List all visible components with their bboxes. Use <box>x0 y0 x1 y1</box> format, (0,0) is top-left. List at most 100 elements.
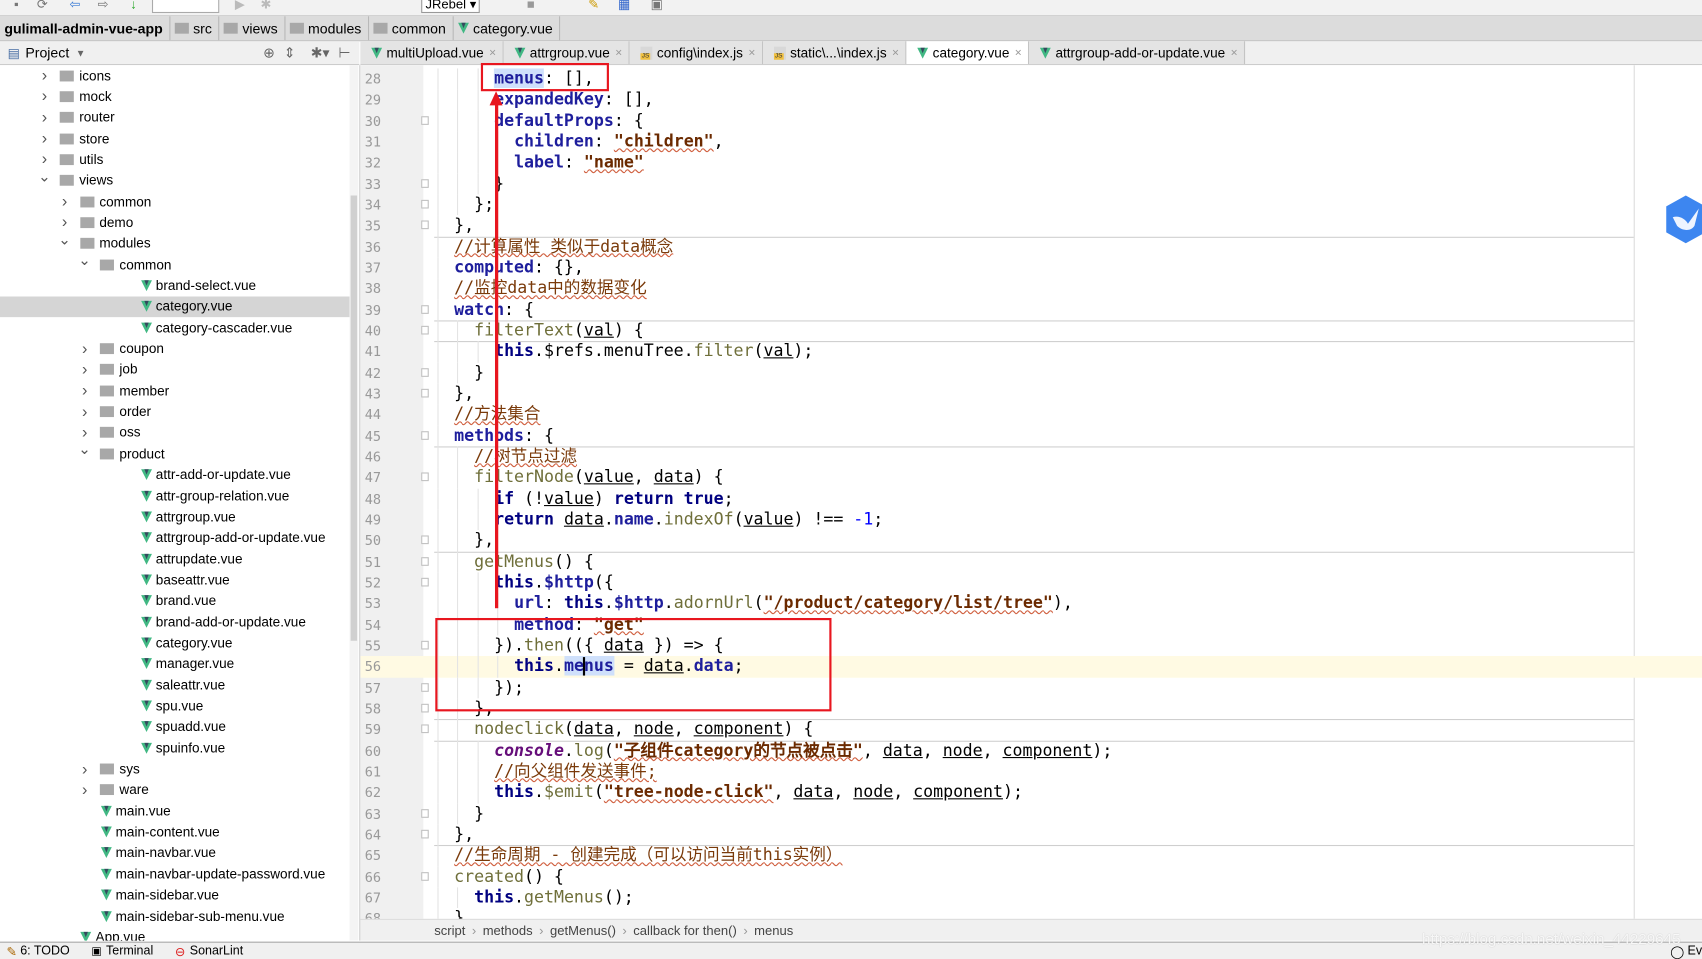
breadcrumb-src[interactable]: src <box>170 16 220 41</box>
hide-panel-icon[interactable]: ⊢ <box>338 44 350 61</box>
tree-item-brand-select-vue[interactable]: brand-select.vue <box>0 275 350 296</box>
code-breadcrumb-script[interactable]: script <box>434 923 465 938</box>
chevron-right-icon[interactable]: › <box>37 108 52 126</box>
tab-static-index-js[interactable]: static\...\index.js × <box>762 41 907 65</box>
code-line[interactable]: 48 if (!value) return true; <box>360 488 1702 510</box>
tree-item-common[interactable]: › common <box>0 191 350 212</box>
tab-attrgroup-add-or-update-vue[interactable]: attrgroup-add-or-update.vue × <box>1029 41 1246 65</box>
chevron-right-icon[interactable]: › <box>57 192 72 210</box>
tree-item-icons[interactable]: › icons <box>0 65 350 86</box>
tree-item-main-navbar-update-password-vue[interactable]: main-navbar-update-password.vue <box>0 864 350 885</box>
todo-tool-button[interactable]: ✎ 6: TODO <box>7 944 70 959</box>
code-editor[interactable]: 28 menus: [], 29 expandedKey: [], 30 defaultP… <box>360 65 1702 919</box>
chevron-right-icon[interactable]: › <box>77 760 92 778</box>
tree-item-attr-add-or-update-vue[interactable]: attr-add-or-update.vue <box>0 464 350 485</box>
code-line[interactable]: 36 //计算属性 类似于data概念 <box>360 236 1702 258</box>
tree-item-brand-add-or-update-vue[interactable]: brand-add-or-update.vue <box>0 612 350 633</box>
code-line[interactable]: 67 this.getMenus(); <box>360 887 1702 909</box>
sync-icon[interactable]: ⟳ <box>35 0 50 12</box>
fold-marker-icon[interactable] <box>421 178 429 188</box>
close-icon[interactable]: × <box>1231 46 1238 59</box>
breadcrumb-common[interactable]: common <box>369 16 454 41</box>
chevron-right-icon[interactable]: › <box>77 403 92 421</box>
chevron-right-icon[interactable]: › <box>77 381 92 399</box>
code-line[interactable]: 59 nodeclick(data, node, component) { <box>360 719 1702 741</box>
code-line[interactable]: 43}, <box>360 383 1702 405</box>
tree-item-sys[interactable]: › sys <box>0 759 350 780</box>
project-panel-title[interactable]: Project <box>25 45 69 61</box>
tree-item-main-vue[interactable]: main.vue <box>0 801 350 822</box>
code-line[interactable]: 46 //树节点过滤 <box>360 446 1702 468</box>
close-icon[interactable]: × <box>1015 46 1022 59</box>
fold-marker-icon[interactable] <box>421 640 429 650</box>
code-line[interactable]: 41 this.$refs.menuTree.filter(val); <box>360 341 1702 363</box>
sonarlint-tool-button[interactable]: ⊖ SonarLint <box>175 944 243 959</box>
chevron-right-icon[interactable]: › <box>37 129 52 147</box>
code-line[interactable]: 29 expandedKey: [], <box>360 89 1702 111</box>
scrollbar-thumb[interactable] <box>350 195 358 641</box>
fold-marker-icon[interactable] <box>421 682 429 692</box>
fold-marker-icon[interactable] <box>421 871 429 881</box>
tree-item-spuadd-vue[interactable]: spuadd.vue <box>0 717 350 738</box>
tree-item-attrgroup-add-or-update-vue[interactable]: attrgroup-add-or-update.vue <box>0 528 350 549</box>
tree-item-spuinfo-vue[interactable]: spuinfo.vue <box>0 738 350 759</box>
code-line[interactable]: 66 created() { <box>360 866 1702 888</box>
forward-icon[interactable]: ⇨ <box>96 0 111 12</box>
code-line[interactable]: 51 getMenus() { <box>360 551 1702 573</box>
fold-marker-icon[interactable] <box>421 703 429 713</box>
chevron-right-icon[interactable]: › <box>37 87 52 105</box>
settings-icon[interactable]: ✎ <box>586 0 601 12</box>
fold-marker-icon[interactable] <box>421 220 429 230</box>
tree-item-product[interactable]: ⌄ product <box>0 440 350 464</box>
code-line[interactable]: 45 methods: { <box>360 425 1702 447</box>
terminal-tool-button[interactable]: ▣ Terminal <box>91 945 153 958</box>
jrebel-select[interactable]: JRebel ▾ <box>421 0 480 14</box>
tree-item-router[interactable]: › router <box>0 107 350 128</box>
fold-marker-icon[interactable] <box>421 472 429 482</box>
code-line[interactable]: 63} <box>360 803 1702 825</box>
run-config-select[interactable] <box>151 0 220 14</box>
tree-item-attrgroup-vue[interactable]: attrgroup.vue <box>0 506 350 527</box>
code-line[interactable]: 60 console.log("子组件category的节点被点击", data,… <box>360 740 1702 762</box>
code-line[interactable]: 37 computed: {}, <box>360 257 1702 279</box>
fold-marker-icon[interactable] <box>421 430 429 440</box>
tree-item-common[interactable]: ⌄ common <box>0 251 350 275</box>
code-line[interactable]: 62 this.$emit("tree-node-click", data, no… <box>360 782 1702 804</box>
fold-marker-icon[interactable] <box>421 388 429 398</box>
breadcrumb-modules[interactable]: modules <box>285 16 369 41</box>
code-line[interactable]: 64}, <box>360 824 1702 846</box>
tree-item-category-vue[interactable]: category.vue <box>0 296 350 317</box>
chevron-right-icon[interactable]: › <box>77 360 92 378</box>
collapse-all-icon[interactable]: ⇕ <box>284 44 296 61</box>
code-line[interactable]: 61 //向父组件发送事件; <box>360 761 1702 783</box>
tree-item-attr-group-relation-vue[interactable]: attr-group-relation.vue <box>0 485 350 506</box>
tree-item-baseattr-vue[interactable]: baseattr.vue <box>0 570 350 591</box>
code-line[interactable]: 42} <box>360 362 1702 384</box>
tree-item-category-vue[interactable]: category.vue <box>0 633 350 654</box>
tree-item-utils[interactable]: › utils <box>0 149 350 170</box>
tree-item-manager-vue[interactable]: manager.vue <box>0 654 350 675</box>
tree-item-order[interactable]: › order <box>0 401 350 422</box>
code-line[interactable]: 31 children: "children", <box>360 131 1702 153</box>
code-breadcrumb-callback-for-then[interactable]: callback for then() <box>633 923 737 938</box>
chevron-down-icon[interactable]: ▼ <box>76 47 86 58</box>
tree-item-attrupdate-vue[interactable]: attrupdate.vue <box>0 549 350 570</box>
fold-marker-icon[interactable] <box>421 115 429 125</box>
tree-item-main-sidebar-vue[interactable]: main-sidebar.vue <box>0 885 350 906</box>
code-line[interactable]: 47 filterNode(value, data) { <box>360 467 1702 489</box>
run-icon[interactable]: ▶ <box>232 0 247 12</box>
fold-marker-icon[interactable] <box>421 829 429 839</box>
close-icon[interactable]: × <box>892 46 899 59</box>
fold-marker-icon[interactable] <box>421 199 429 209</box>
close-icon[interactable]: × <box>748 46 755 59</box>
code-line[interactable]: 44//方法集合 <box>360 404 1702 426</box>
structure-icon[interactable]: ▦ <box>617 0 632 12</box>
deploy-icon[interactable]: ▣ <box>649 0 664 12</box>
chevron-right-icon[interactable]: › <box>37 66 52 84</box>
breadcrumb-file[interactable]: category.vue <box>453 16 561 41</box>
chevron-down-icon[interactable]: ⌄ <box>77 251 92 269</box>
gear-icon[interactable]: ✱▾ <box>311 44 330 61</box>
code-line[interactable]: 34}; <box>360 194 1702 216</box>
code-breadcrumb-getmenus[interactable]: getMenus() <box>550 923 616 938</box>
tree-item-mock[interactable]: › mock <box>0 86 350 107</box>
